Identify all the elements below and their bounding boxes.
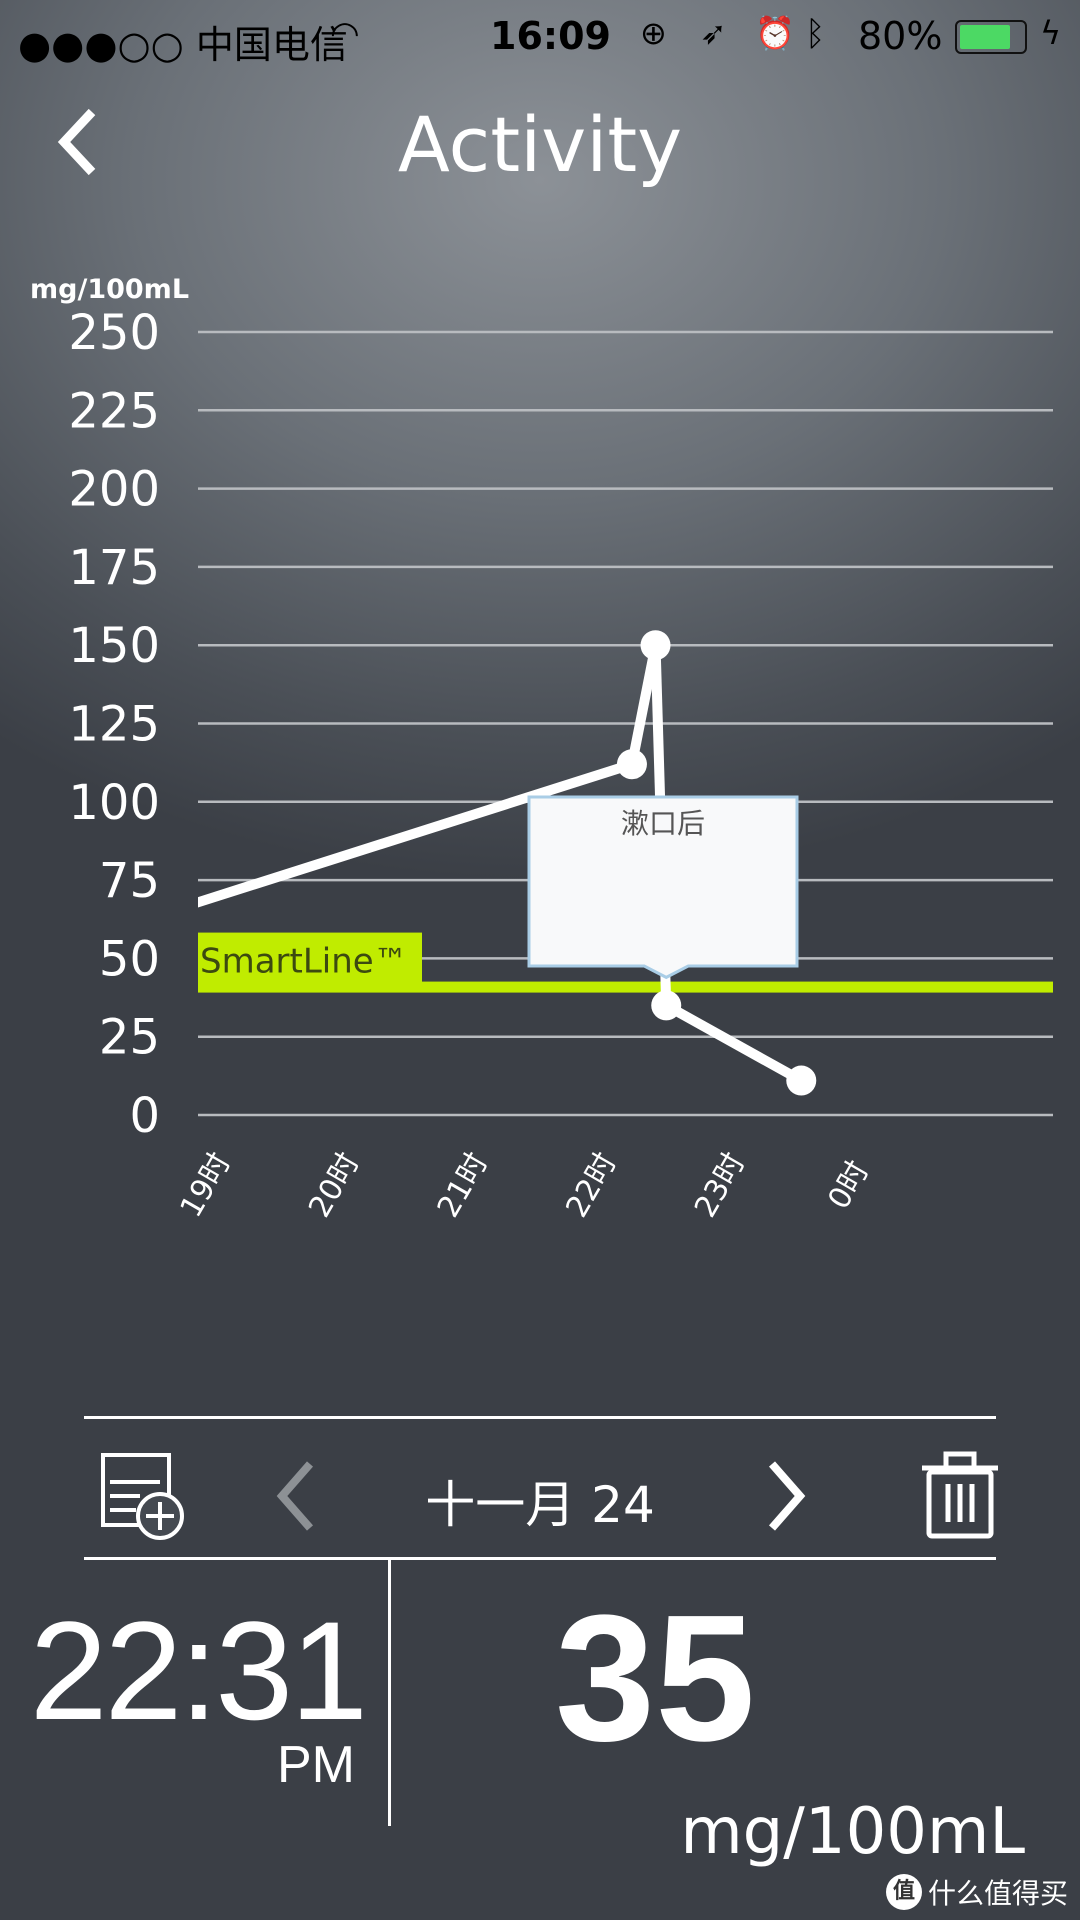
data-point (786, 1065, 817, 1096)
battery-percent: 80% (858, 14, 943, 58)
watermark-text: 什么值得买 (927, 1877, 1068, 1910)
y-tick-label: 25 (99, 1010, 160, 1066)
x-tick-label: 21时 (431, 1147, 495, 1224)
tooltip[interactable]: 漱口后 (527, 795, 799, 980)
bluetooth-icon: ᛒ (805, 14, 826, 54)
divider-top (84, 1416, 996, 1419)
previous-day-button[interactable] (270, 1458, 320, 1538)
x-tick-label: 19时 (174, 1147, 238, 1224)
y-tick-label: 75 (99, 853, 160, 909)
x-tick-label: 20时 (302, 1147, 366, 1224)
battery-icon (955, 20, 1027, 54)
data-point (616, 749, 647, 780)
y-tick-label: 200 (68, 462, 160, 518)
status-bar: ●●●○○ 中国电信 ◠ 16:09 ⊕ ➶ ⏰ ᛒ 80% ϟ (0, 0, 1080, 75)
reading-ampm: PM (277, 1736, 355, 1794)
add-note-icon (101, 1453, 184, 1540)
chart: 250225200175150125100755025019时 20时 21时 22时… (68, 305, 1053, 1224)
series-line-segment (663, 1001, 804, 1085)
page-title: Activity (397, 100, 683, 189)
reading-time: 22:31 (29, 1592, 368, 1749)
vertical-divider (388, 1560, 391, 1826)
trash-icon (922, 1451, 998, 1539)
y-tick-label: 0 (129, 1088, 160, 1144)
clock: 16:09 (490, 14, 611, 58)
data-point (651, 990, 682, 1021)
smartline-label: SmartLine™ (200, 942, 408, 982)
x-tick-label: 0时 (821, 1155, 876, 1215)
rotation-lock-icon: ⊕ (640, 14, 667, 52)
y-tick-label: 50 (99, 931, 160, 987)
carrier: ●●●○○ 中国电信 (18, 23, 348, 67)
alarm-icon: ⏰ (755, 14, 795, 52)
chevron-right-icon (768, 1461, 806, 1531)
reading-unit: mg/100mL (680, 1795, 1025, 1869)
y-tick-label: 125 (68, 697, 160, 753)
y-tick-label: 225 (68, 383, 160, 439)
y-tick-label: 175 (68, 540, 160, 596)
y-tick-label: 150 (68, 618, 160, 674)
reading-value: 35 (555, 1578, 756, 1779)
y-tick-label: 100 (68, 775, 160, 831)
chevron-left-icon (276, 1461, 314, 1531)
data-point (640, 630, 671, 661)
x-tick-label: 23时 (688, 1147, 752, 1224)
watermark: 值什么值得买 (885, 1872, 1068, 1912)
tooltip-text: 漱口后 (621, 807, 705, 840)
wifi-icon: ◠ (330, 14, 360, 54)
watermark-logo: 值 (885, 1874, 922, 1910)
next-day-button[interactable] (762, 1458, 812, 1538)
delete-button[interactable] (920, 1450, 1000, 1544)
y-tick-label: 250 (68, 305, 160, 361)
charging-icon: ϟ (1040, 14, 1062, 52)
location-icon: ➶ (700, 14, 727, 52)
x-tick-label: 22时 (559, 1147, 623, 1224)
divider-bottom (84, 1557, 996, 1560)
add-note-button[interactable] (100, 1452, 186, 1546)
current-date: 十一月 24 (425, 1476, 655, 1534)
